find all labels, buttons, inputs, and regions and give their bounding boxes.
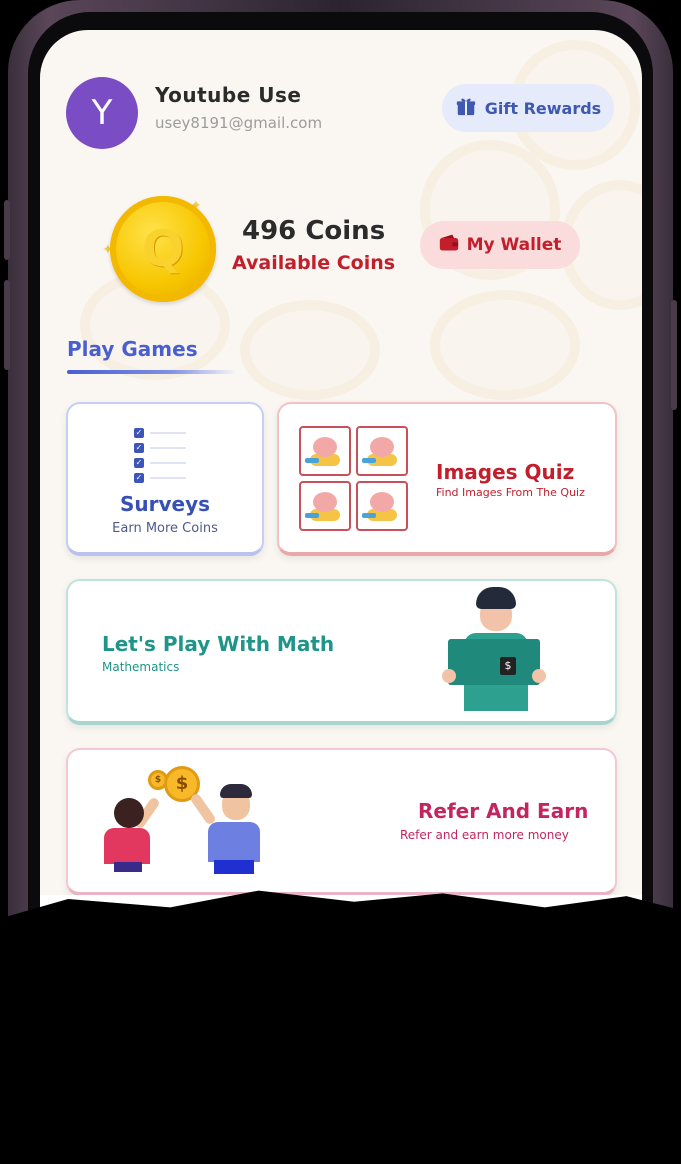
images-quiz-card[interactable]: Images Quiz Find Images From The Quiz	[277, 402, 617, 556]
quiz-image-tile	[299, 481, 351, 531]
wallet-icon	[439, 234, 459, 257]
background-coin-pattern	[430, 290, 580, 400]
math-subtitle: Mathematics	[102, 660, 180, 674]
images-quiz-title: Images Quiz	[436, 460, 575, 484]
refer-earn-title: Refer And Earn	[418, 799, 589, 823]
user-email: usey8191@gmail.com	[155, 114, 323, 132]
background-coin-pattern	[240, 300, 380, 400]
bottom-black-mask	[0, 890, 681, 1164]
refer-earn-card[interactable]: $ $ Refer And Earn Refer and earn more m…	[66, 748, 617, 896]
refer-earn-subtitle: Refer and earn more money	[400, 828, 569, 842]
volume-button	[4, 280, 10, 370]
user-name: Youtube Use	[155, 83, 302, 107]
dollar-tag: $	[500, 657, 516, 675]
avatar[interactable]: Y	[66, 77, 138, 149]
coin-icon: Q	[110, 196, 216, 302]
math-title: Let's Play With Math	[102, 632, 335, 656]
reading-person-illustration: $	[440, 587, 550, 715]
coin-letter: Q	[141, 220, 185, 278]
app-screen: Y Youtube Use usey8191@gmail.com Gift Re…	[40, 30, 642, 945]
volume-button	[4, 200, 10, 260]
surveys-title: Surveys	[119, 492, 211, 516]
section-title: Play Games	[67, 337, 198, 361]
high-five-illustration: $ $	[102, 766, 272, 876]
quiz-image-tile	[299, 426, 351, 476]
quiz-image-tile	[356, 481, 408, 531]
surveys-subtitle: Earn More Coins	[112, 521, 218, 536]
math-card[interactable]: Let's Play With Math Mathematics $	[66, 579, 617, 725]
images-quiz-subtitle: Find Images From The Quiz	[436, 486, 585, 499]
gift-rewards-button[interactable]: Gift Rewards	[442, 84, 614, 132]
my-wallet-button[interactable]: My Wallet	[420, 221, 580, 269]
coins-count: 496 Coins	[242, 216, 386, 246]
quiz-image-grid	[299, 426, 408, 531]
power-button	[671, 300, 677, 410]
checklist-icon: ✓ ✓ ✓ ✓	[134, 426, 186, 486]
section-underline	[67, 370, 237, 374]
available-coins-label: Available Coins	[232, 252, 396, 274]
gift-icon	[455, 95, 477, 121]
my-wallet-label: My Wallet	[466, 235, 562, 255]
gift-rewards-label: Gift Rewards	[484, 98, 602, 118]
book-icon	[448, 639, 540, 685]
surveys-card[interactable]: ✓ ✓ ✓ ✓ Surveys Earn More Coins	[66, 402, 264, 556]
quiz-image-tile	[356, 426, 408, 476]
